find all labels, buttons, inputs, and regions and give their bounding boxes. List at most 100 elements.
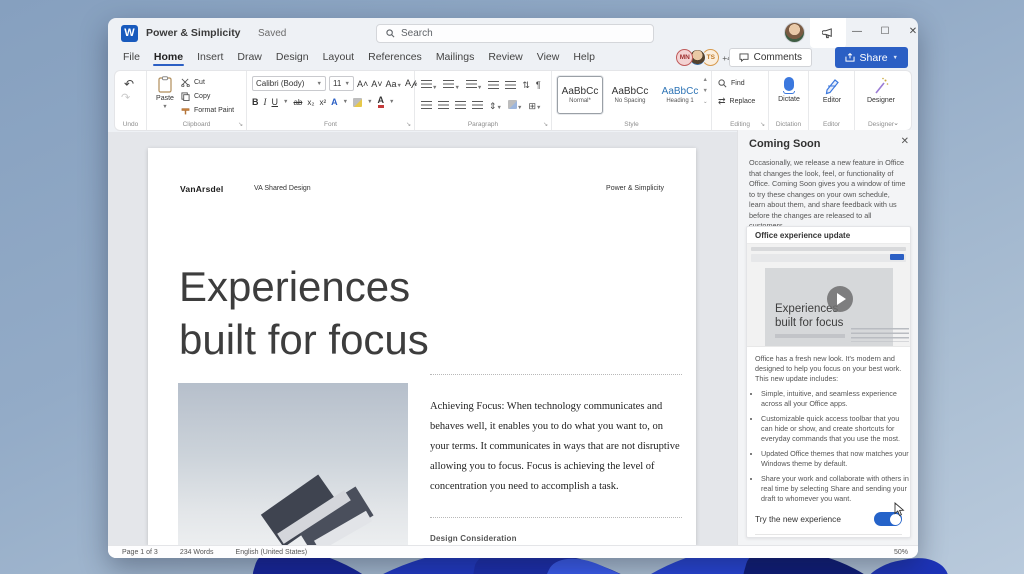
card-title: Office experience update <box>747 227 910 244</box>
paragraph-dialog-launcher-icon[interactable]: ↘ <box>543 121 548 128</box>
tab-mailings[interactable]: Mailings <box>429 47 482 67</box>
show-formatting-marks-icon[interactable]: ¶ <box>536 80 541 90</box>
redo-icon[interactable]: ↷ <box>121 91 130 104</box>
document-page[interactable]: VanArsdel VA Shared Design Power & Simpl… <box>148 148 696 545</box>
grow-font-button[interactable]: A˄ <box>357 79 368 89</box>
highlight-color-button[interactable] <box>353 98 362 107</box>
superscript-button[interactable]: x² <box>319 98 326 107</box>
bold-button[interactable]: B <box>252 97 259 107</box>
video-thumbnail[interactable]: Experiences built for focus <box>747 244 910 347</box>
line-spacing-button[interactable]: ⇕▼ <box>489 96 502 114</box>
change-case-button[interactable]: Aa▼ <box>386 79 402 89</box>
document-title[interactable]: Power & Simplicity <box>146 27 241 39</box>
language-indicator[interactable]: English (United States) <box>236 549 308 556</box>
collapse-ribbon-chevron-icon[interactable]: ⌄ <box>893 119 899 127</box>
share-button[interactable]: Share ▼ <box>835 47 908 68</box>
format-painter-button[interactable]: Format Paint <box>181 104 234 116</box>
replace-label: Replace <box>730 98 756 105</box>
chevron-down-icon[interactable]: ▼ <box>343 99 348 105</box>
document-heading[interactable]: Experiences built for focus <box>179 260 429 366</box>
tab-help[interactable]: Help <box>566 47 602 67</box>
dotted-divider <box>430 517 682 518</box>
collaborator-avatars[interactable]: MN TS +4 <box>680 49 732 66</box>
clipboard-dialog-launcher-icon[interactable]: ↘ <box>238 121 243 128</box>
chevron-down-icon[interactable]: ▼ <box>367 99 372 105</box>
subscript-button[interactable]: x₂ <box>307 98 314 107</box>
find-button[interactable]: Find <box>718 77 755 89</box>
underline-button[interactable]: U <box>272 97 279 107</box>
feedback-callout-tab[interactable] <box>810 18 846 48</box>
font-family-select[interactable]: Calibri (Body)▼ <box>252 76 326 91</box>
minimize-button[interactable]: — <box>844 18 870 46</box>
user-avatar[interactable] <box>784 22 805 43</box>
italic-button[interactable]: I <box>264 97 267 107</box>
justify-icon[interactable] <box>472 101 483 110</box>
style-scroll-down-icon[interactable]: ▼ <box>703 88 708 94</box>
tab-file[interactable]: File <box>116 47 147 67</box>
panel-close-icon[interactable]: ✕ <box>901 136 909 147</box>
tab-draw[interactable]: Draw <box>230 47 269 67</box>
cut-button[interactable]: Cut <box>181 76 234 88</box>
share-dropdown-chevron-icon: ▼ <box>893 55 898 61</box>
paste-button[interactable]: Paste ▼ <box>151 76 179 110</box>
style-more-icon[interactable]: ⌄ <box>703 99 708 105</box>
find-icon <box>718 79 727 88</box>
undo-icon[interactable]: ↶ <box>124 77 134 91</box>
wallpaper-bloom <box>0 557 1024 574</box>
font-dialog-launcher-icon[interactable]: ↘ <box>406 121 411 128</box>
numbered-list-button[interactable]: ▼ <box>443 76 459 94</box>
chevron-down-icon[interactable]: ▼ <box>283 99 288 105</box>
document-image[interactable] <box>178 383 408 545</box>
tab-design[interactable]: Design <box>269 47 316 67</box>
editor-button[interactable]: Editor <box>817 77 847 104</box>
comments-button[interactable]: Comments <box>729 48 812 67</box>
font-size-select[interactable]: 11▼ <box>329 76 354 91</box>
style-normal[interactable]: AaBbCc Normal* <box>557 76 603 114</box>
style-no-spacing[interactable]: AaBbCc No Spacing <box>607 76 653 114</box>
try-new-experience-toggle[interactable] <box>874 512 902 526</box>
replace-button[interactable]: ⇄ Replace <box>718 95 755 107</box>
save-status[interactable]: Saved <box>258 28 286 39</box>
shading-button[interactable]: ▼ <box>508 96 522 114</box>
text-effects-button[interactable]: A <box>331 97 338 107</box>
strikethrough-button[interactable]: ab <box>293 98 302 107</box>
document-body-paragraph[interactable]: Achieving Focus: When technology communi… <box>430 397 682 497</box>
play-button[interactable] <box>827 286 853 312</box>
tab-view[interactable]: View <box>530 47 567 67</box>
borders-button[interactable]: ⊞▼ <box>528 96 541 114</box>
play-icon <box>837 293 846 305</box>
editing-dialog-launcher-icon[interactable]: ↘ <box>760 121 765 128</box>
tab-references[interactable]: References <box>361 47 429 67</box>
align-right-icon[interactable] <box>455 101 466 110</box>
clipboard-group: Paste ▼ Cut Copy Format Paint Clipboard … <box>147 71 247 130</box>
tab-layout[interactable]: Layout <box>316 47 362 67</box>
decrease-indent-icon[interactable] <box>488 81 499 90</box>
multilevel-list-button[interactable]: ▼ <box>466 76 482 94</box>
microphone-icon <box>784 77 794 91</box>
align-center-icon[interactable] <box>438 101 449 110</box>
style-scroll-up-icon[interactable]: ▲ <box>703 77 708 83</box>
sort-icon[interactable]: ⇅ <box>522 80 530 91</box>
dictate-button[interactable]: Dictate <box>775 77 803 103</box>
close-button[interactable]: ✕ <box>900 18 918 46</box>
chevron-down-icon: ▼ <box>454 85 459 91</box>
tab-review[interactable]: Review <box>481 47 529 67</box>
tab-insert[interactable]: Insert <box>190 47 230 67</box>
maximize-button[interactable]: ☐ <box>872 18 898 46</box>
designer-button[interactable]: Designer <box>865 77 897 104</box>
thumbnail-image-block <box>775 334 845 338</box>
font-color-button[interactable]: A <box>378 96 385 108</box>
document-subheading[interactable]: Design Consideration <box>430 534 682 543</box>
align-left-icon[interactable] <box>421 101 432 110</box>
zoom-level[interactable]: 50% <box>894 546 908 558</box>
shrink-font-button[interactable]: A˅ <box>371 79 382 89</box>
style-heading-1[interactable]: AaBbCc Heading 1 <box>657 76 703 114</box>
chevron-down-icon[interactable]: ▼ <box>389 99 394 105</box>
tab-home[interactable]: Home <box>147 47 190 67</box>
page-count[interactable]: Page 1 of 3 <box>122 549 158 556</box>
bullet-list-button[interactable]: ▼ <box>421 76 437 94</box>
copy-button[interactable]: Copy <box>181 90 234 102</box>
word-count[interactable]: 234 Words <box>180 549 214 556</box>
increase-indent-icon[interactable] <box>505 81 516 90</box>
search-input[interactable]: Search <box>376 24 654 43</box>
